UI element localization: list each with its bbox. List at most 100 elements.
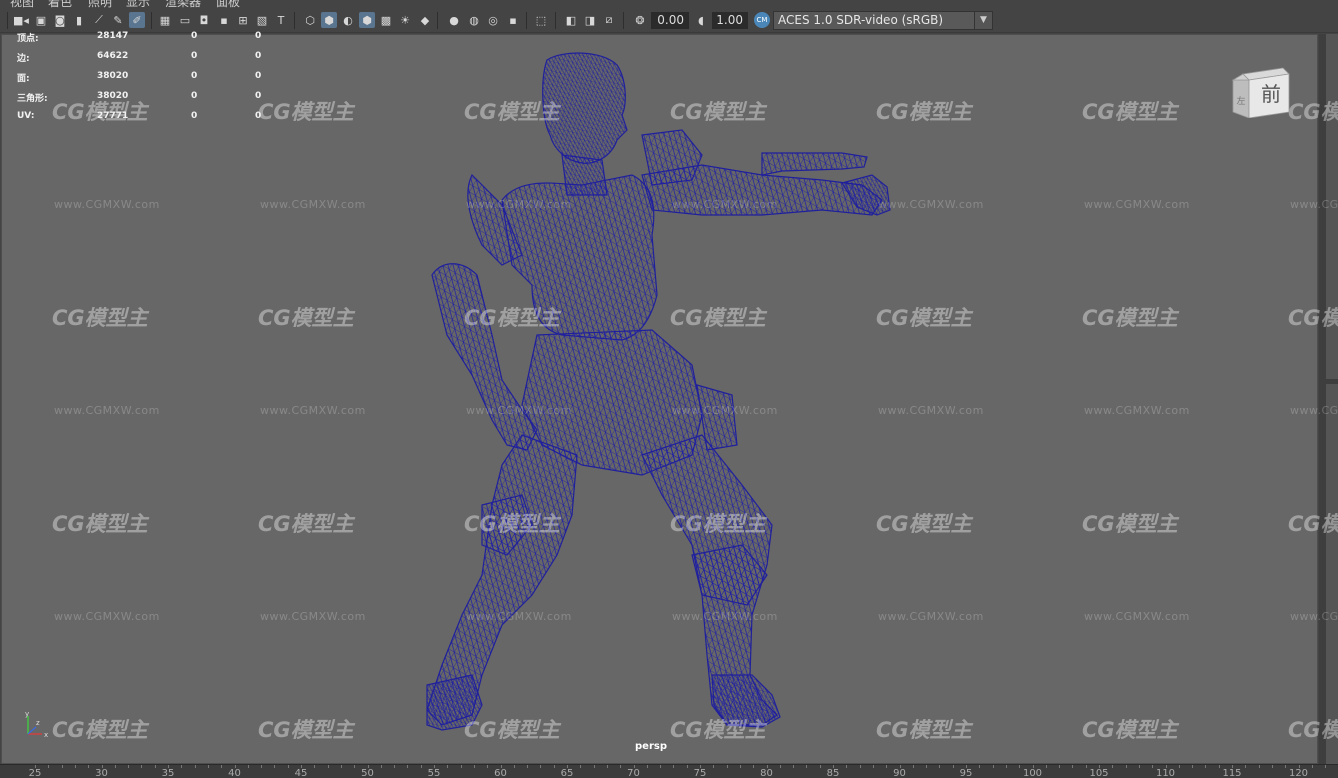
safe-title-icon[interactable]: T (273, 12, 289, 28)
color-space-dropdown[interactable]: ACES 1.0 SDR-video (sRGB) ▼ (773, 11, 993, 30)
ruler-tick (819, 765, 821, 768)
multisample-aa-icon[interactable]: ◎ (485, 12, 501, 28)
ruler-tick (48, 765, 50, 768)
time-slider-ruler[interactable]: 25 30 35 40 45 50 55 60 65 70 75 80 85 90 95 100 105 110 1… (0, 764, 1338, 778)
chevron-down-icon[interactable]: ▼ (974, 12, 992, 29)
gamma-icon[interactable]: ❂ (632, 12, 648, 28)
camera-select-icon[interactable]: ■◂ (13, 12, 29, 28)
ruler-tick (660, 765, 662, 768)
ruler-tick (580, 765, 582, 768)
ruler-tick-label: 25 (28, 768, 42, 778)
menu-shading[interactable]: 着色 (48, 0, 72, 8)
ruler-tick (101, 765, 103, 768)
ruler-tick (394, 765, 396, 768)
hud-row-faces: 面: 38020 0 0 (17, 71, 277, 91)
watermark-logo: CG模型主 (670, 100, 766, 124)
watermark-url: www.CGMXW.com (1084, 198, 1190, 211)
ruler-tick (1245, 765, 1247, 768)
hud-value: 0 (191, 91, 198, 101)
panel-tab[interactable] (1326, 384, 1338, 764)
ruler-tick-label: 115 (1222, 768, 1242, 778)
isolate-select-icon[interactable]: ⬚ (533, 12, 549, 28)
ruler-tick-label: 80 (760, 768, 773, 778)
watermark-logo: CG模型主 (1288, 512, 1338, 536)
watermark-logo: CG模型主 (1082, 512, 1178, 536)
ruler-tick (407, 765, 409, 768)
backface-culling-icon[interactable]: ⧄ (601, 12, 617, 28)
watermark-logo: CG模型主 (464, 100, 560, 124)
ruler-tick (540, 765, 542, 768)
watermark-logo: CG模型主 (876, 512, 972, 536)
image-plane-icon[interactable]: ⟋ (91, 12, 107, 28)
ruler-tick (593, 765, 595, 768)
viewport-persp[interactable] (1, 34, 1318, 764)
ruler-tick (1311, 765, 1313, 768)
viewcube-left-label[interactable]: 左 (1236, 95, 1245, 107)
camera-attributes-icon[interactable]: ▣ (33, 12, 49, 28)
exposure-field[interactable]: 1.00 (712, 12, 748, 29)
ruler-tick (567, 765, 568, 768)
ruler-tick (606, 765, 608, 768)
motion-blur-icon[interactable]: ◍ (466, 12, 482, 28)
ruler-tick (194, 765, 196, 768)
xray-icon[interactable]: ◧ (563, 12, 579, 28)
xray-joints-icon[interactable]: ◨ (582, 12, 598, 28)
ruler-tick-label: 40 (228, 768, 241, 778)
watermark-logo: CG模型主 (1288, 100, 1338, 124)
exposure-icon[interactable]: ◖ (693, 12, 709, 28)
near-clip-field[interactable]: 0.00 (651, 12, 689, 29)
hud-row-vertices: 顶点: 28147 0 0 (17, 31, 277, 51)
viewcube-icon[interactable]: 前 左 (1231, 66, 1291, 119)
ruler-tick (1072, 765, 1074, 768)
ruler-tick (1138, 765, 1140, 768)
default-material-icon[interactable]: ◐ (340, 12, 356, 28)
grease-pencil-icon[interactable]: ✐ (129, 12, 145, 28)
viewcube-front-label[interactable]: 前 (1261, 82, 1281, 106)
use-all-lights-icon[interactable]: ☀ (397, 12, 413, 28)
field-chart-icon[interactable]: ⊞ (235, 12, 251, 28)
color-management-icon[interactable]: CM (754, 12, 770, 28)
ruler-tick (380, 765, 382, 768)
smooth-shade-icon[interactable]: ⬢ (321, 12, 337, 28)
resolution-gate-icon[interactable]: ◘ (196, 12, 212, 28)
ruler-tick (633, 765, 635, 768)
safe-action-icon[interactable]: ▧ (254, 12, 270, 28)
watermark-url: www.CGMXW.com (1290, 404, 1338, 417)
grid-icon[interactable]: ▦ (157, 12, 173, 28)
wireframe-on-shaded-icon[interactable]: ⬢ (359, 12, 375, 28)
ruler-tick (1165, 765, 1167, 768)
hud-row-edges: 边: 64622 0 0 (17, 51, 277, 71)
shadows-icon[interactable]: ◆ (417, 12, 433, 28)
menu-renderer[interactable]: 渲染器 (165, 0, 201, 8)
menu-view[interactable]: 视图 (10, 0, 34, 8)
ruler-tick (434, 765, 435, 768)
camera-bookmark-icon[interactable]: ◙ (52, 12, 68, 28)
ruler-tick (1258, 765, 1260, 768)
ruler-tick (646, 765, 648, 768)
ruler-tick (1325, 765, 1327, 768)
wireframe-icon[interactable]: ⬡ (302, 12, 318, 28)
viewcube[interactable]: 前 左 (1231, 66, 1291, 119)
hud-label: 面: (17, 74, 30, 84)
separator (294, 12, 295, 29)
ruler-tick (766, 765, 768, 768)
screen-space-ao-icon[interactable]: ● (446, 12, 462, 28)
textured-icon[interactable]: ▩ (378, 12, 394, 28)
2d-pan-zoom-icon[interactable]: ✎ (110, 12, 126, 28)
menu-panels[interactable]: 面板 (216, 0, 240, 8)
film-gate-icon[interactable]: ▭ (177, 12, 193, 28)
ruler-tick-label: 50 (361, 768, 374, 778)
ruler-tick (500, 765, 502, 768)
menu-lighting[interactable]: 照明 (88, 0, 112, 8)
menu-show[interactable]: 显示 (126, 0, 150, 8)
hud-value: 28147 (97, 31, 129, 41)
ruler-tick (527, 765, 529, 768)
ruler-tick (1059, 765, 1061, 768)
gate-mask-icon[interactable]: ▪ (216, 12, 232, 28)
bookmark-icon[interactable]: ▮ (71, 12, 87, 28)
depth-of-field-icon[interactable]: ▪ (505, 12, 521, 28)
ruler-tick-label: 55 (427, 768, 441, 778)
separator (151, 12, 152, 29)
wireframe-character-model[interactable] (2, 35, 1318, 764)
ruler-tick (61, 765, 63, 768)
